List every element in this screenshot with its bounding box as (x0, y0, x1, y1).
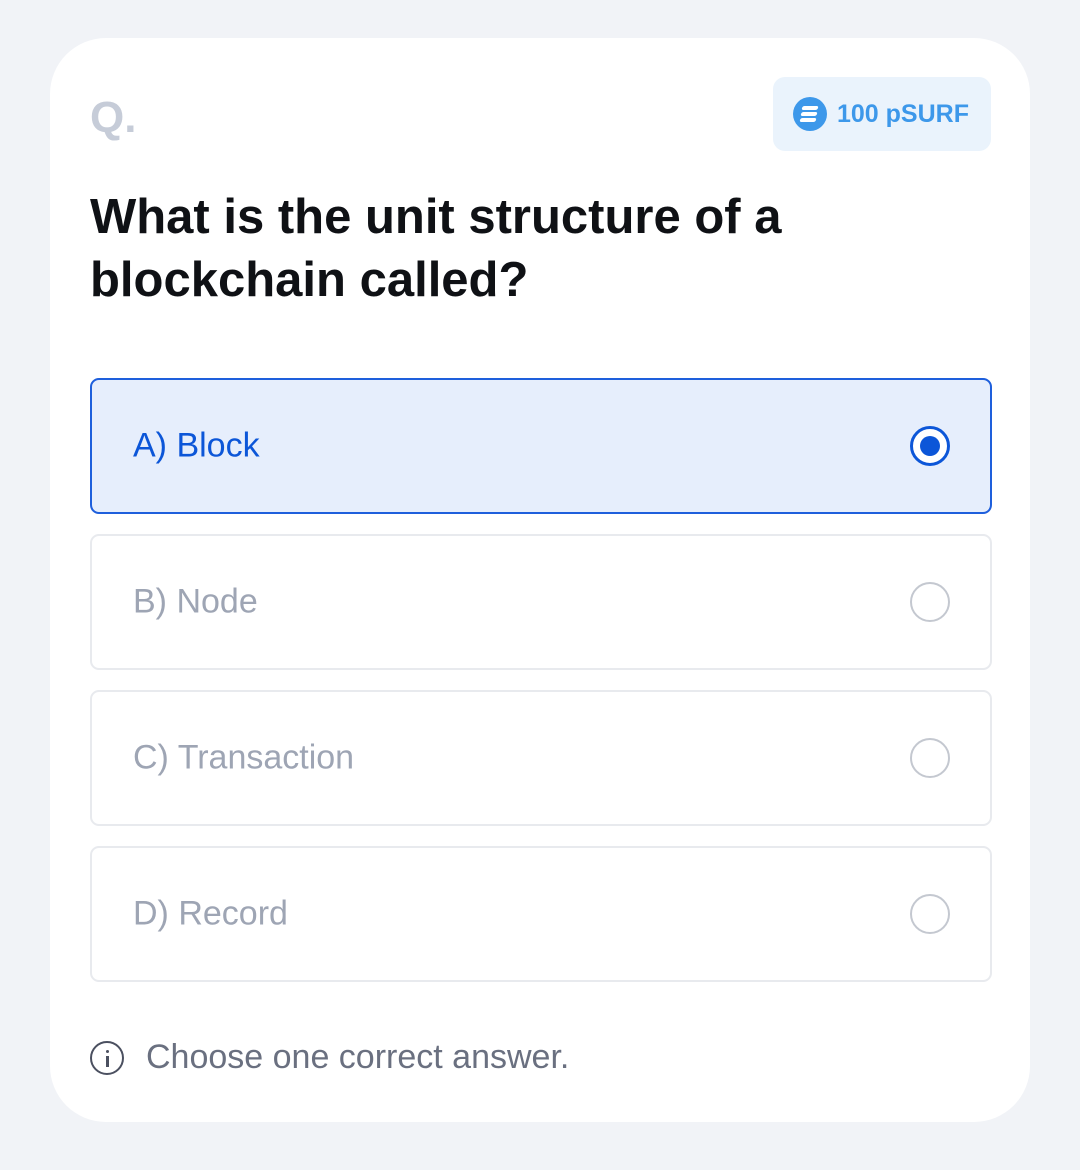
info-icon (90, 1040, 124, 1075)
option-b[interactable]: B) Node (90, 534, 992, 670)
coin-icon (793, 97, 827, 131)
radio-empty-icon[interactable] (910, 582, 950, 622)
radio-selected-icon[interactable] (910, 426, 950, 466)
option-label: C) Transaction (133, 738, 355, 777)
option-d[interactable]: D) Record (90, 846, 992, 982)
hint-text: Choose one correct answer. (146, 1038, 570, 1076)
option-label: D) Record (133, 894, 288, 933)
quiz-card: Q. 100 pSURF What is the unit structure … (50, 38, 1030, 1122)
hint: Choose one correct answer. (90, 1038, 569, 1077)
option-label: A) Block (133, 426, 260, 465)
option-label: B) Node (133, 582, 258, 621)
question-text: What is the unit structure of a blockcha… (90, 190, 782, 307)
option-a[interactable]: A) Block (90, 378, 992, 514)
radio-empty-icon[interactable] (910, 738, 950, 778)
question-prefix: Q. (90, 93, 137, 142)
option-c[interactable]: C) Transaction (90, 690, 992, 826)
radio-empty-icon[interactable] (910, 894, 950, 934)
reward-badge: 100 pSURF (773, 77, 991, 151)
reward-amount: 100 pSURF (837, 99, 969, 128)
